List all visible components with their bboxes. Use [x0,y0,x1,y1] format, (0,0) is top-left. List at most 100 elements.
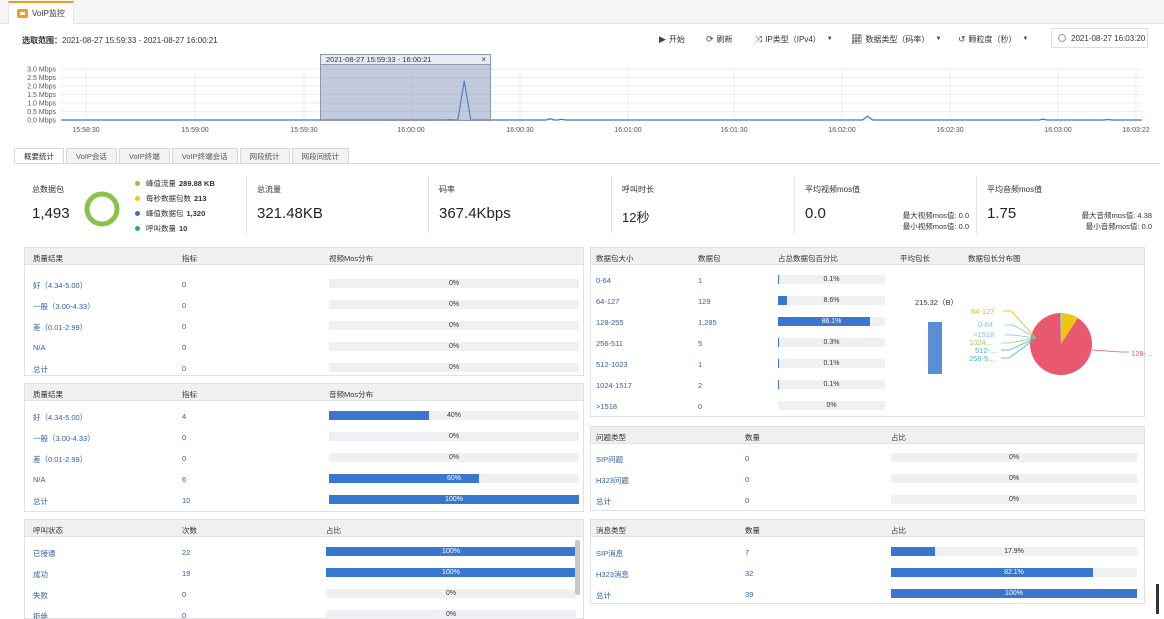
row-label: 成功 [33,570,48,579]
start-button[interactable]: ▶ 开始 [659,32,685,46]
column-header: 数量 [745,526,760,535]
close-icon[interactable]: × [481,55,486,64]
chart-icon: 📈︎ [851,33,863,44]
row-label: 总计 [33,497,48,506]
legend-item: 峰值数据包 1,320 [135,208,205,219]
stat-tab[interactable]: 概要统计 [14,148,64,163]
call-status-panel: 呼叫状态 次数 占比 已接通 22 100% 成功 19 100% 失败 0 0% 拒绝 0 0% [24,519,584,619]
data-type-dropdown[interactable]: 📈︎ 数据类型（码率） ▼ [851,32,944,46]
percent-label: 0% [445,611,457,618]
column-header: 次数 [182,526,197,535]
min-video-mos: 最小视频mos值: 0.0 [902,222,969,231]
legend-item: 每秒数据包数 213 [135,193,207,204]
row-value: 19 [182,569,191,578]
row-value: 39 [745,590,754,599]
percent-label: 0% [1008,454,1020,461]
refresh-label: 刷新 [716,34,733,44]
percent-bar: 0% [778,401,885,410]
refresh-icon: ⟳ [706,33,714,44]
percent-label: 0% [448,322,460,329]
legend-value: 213 [194,194,207,203]
column-header: 指标 [182,254,197,263]
row-value: 0 [182,590,187,599]
message-type-panel: 消息类型 数量 占比 SIP消息 7 17.9% H323消息 32 82.1% 总计 39 100% [590,519,1145,604]
percent-bar: 0% [329,453,579,462]
x-tick-label: 16:02:00 [828,127,855,134]
call-duration-value: 12秒 [622,210,650,225]
percent-label: 0% [448,343,460,350]
legend-value: 1,320 [186,209,206,218]
row-value: 0 [182,454,187,463]
x-tick-label: 16:00:00 [397,127,424,134]
row-label: SIP问题 [596,455,624,464]
percent-label: 0.3% [823,339,840,346]
tab-divider [14,163,1160,164]
granularity-dropdown[interactable]: ↺ 颗粒度（秒） ▼ [958,32,1032,46]
percent-label: 100% [1005,590,1023,597]
percent-bar: 0% [326,610,576,619]
percent-label: 0% [1008,496,1020,503]
percent-bar: 0.1% [778,359,885,368]
percent-label: 0% [448,301,460,308]
panel-header: 问题类型 数量 占比 [591,427,1144,444]
play-icon: ▶ [659,33,666,44]
x-tick-label: 16:01:30 [720,127,747,134]
stat-tab[interactable]: 网段统计 [239,148,290,163]
traffic-line-chart[interactable]: 3.0 Mbps2.5 Mbps 2.0 Mbps1.5 Mbps 1.0 Mbps… [0,52,1164,142]
percent-bar: 60% [329,474,579,483]
app-tab-voip-monitor[interactable]: VoIP监控 [8,1,74,24]
percent-label: 82.1% [1004,569,1024,576]
row-value: 32 [745,569,754,578]
refresh-button[interactable]: ⟳ 刷新 [706,32,733,46]
y-tick-label: 1.5 Mbps [27,92,56,99]
percent-label: 0% [1008,475,1020,482]
range-label: 选取范围： [22,36,62,45]
row-label: SIP消息 [596,549,624,558]
traffic-series-line [61,80,1142,121]
y-tick-label: 2.5 Mbps [27,75,56,82]
column-header: 问题类型 [596,433,626,442]
legend-dot-icon [135,211,140,216]
chevron-down-icon: ▼ [826,36,833,42]
pie-label: 0-64 [978,320,993,329]
percent-label: 40% [446,412,461,419]
panel-header: 质量结果 指标 视频Mos分布 [25,248,583,265]
row-label: 差（0.01-2.99） [33,455,88,464]
ip-type-dropdown[interactable]: ⤨ IP类型（IPv4） ▼ [755,32,836,46]
voip-monitor-page: VoIP监控 选取范围：2021-08-27 15:59:33 - 2021-0… [0,0,1164,619]
row-value: 2 [698,381,703,390]
separator [246,176,247,234]
x-tick-label: 16:00:30 [506,127,533,134]
call-duration-label: 呼叫时长 [622,185,654,194]
percent-label: 0% [448,364,460,371]
row-value: 10 [182,496,191,505]
avg-audio-mos-value: 1.75 [987,205,1017,222]
percent-bar: 100% [326,547,576,556]
page-scrollbar[interactable] [1156,584,1159,614]
legend-label: 峰值流量 [146,179,176,188]
percent-bar: 0% [329,300,579,309]
pie-label: 128-... [1131,349,1152,358]
column-header: 质量结果 [33,254,63,263]
x-tick-label: 16:01:00 [614,127,641,134]
stat-tab[interactable]: VoIP终端会话 [171,148,238,163]
stat-tab[interactable]: VoIP终端 [118,148,170,163]
bitrate-value: 367.4Kbps [439,205,511,222]
avg-audio-mos-label: 平均音频mos值 [987,185,1043,194]
app-tab-label: VoIP监控 [32,9,65,18]
y-tick-label: 0.5 Mbps [27,109,56,116]
stat-tab[interactable]: VoIP会话 [66,148,117,163]
row-value: 7 [745,548,750,557]
ip-type-label: IP类型（IPv4） [765,34,821,44]
total-packets-label: 总数据包 [32,185,64,194]
max-video-mos: 最大视频mos值: 0.0 [902,211,969,220]
row-label: 好（4.34-5.00） [33,413,88,422]
row-label: 拒绝 [33,612,48,619]
panel-header: 消息类型 数量 占比 [591,520,1144,537]
selection-range: 选取范围：2021-08-27 15:59:33 - 2021-08-27 16… [22,35,218,46]
row-value: 5 [698,339,703,348]
date-picker[interactable]: 2021-08-27 16:03:20 [1051,28,1148,48]
panel-scrollbar[interactable] [575,540,580,595]
column-header: 数据包 [698,254,721,263]
stat-tab[interactable]: 网段间统计 [291,148,350,163]
